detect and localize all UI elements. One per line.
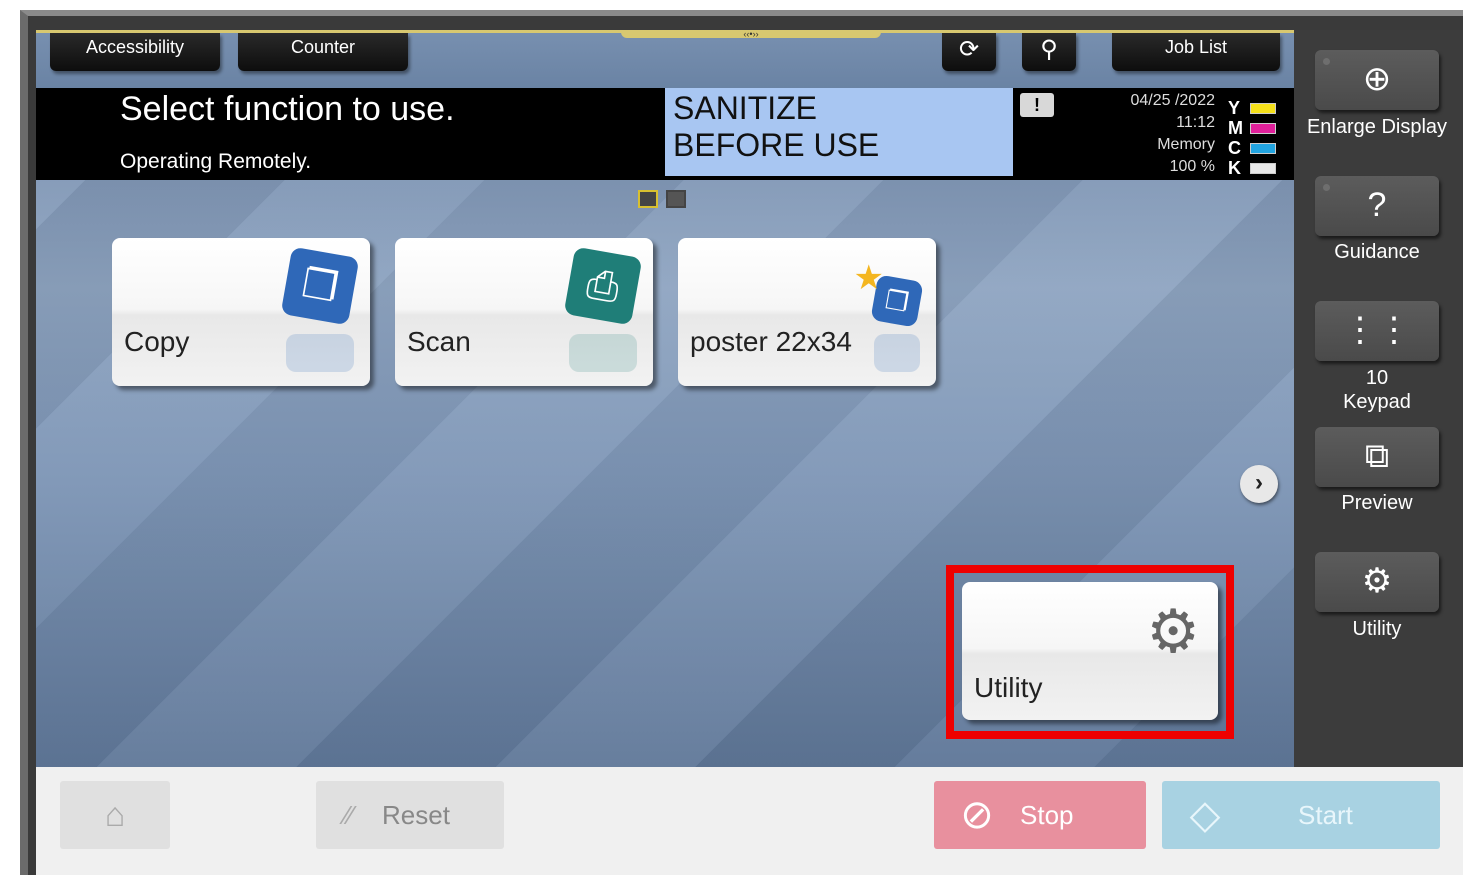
toner-letter: M xyxy=(1228,117,1243,138)
toner-letter: Y xyxy=(1228,97,1241,118)
preview-button[interactable]: ⧉ xyxy=(1315,427,1439,487)
page-title: Select function to use. xyxy=(120,90,455,128)
sanitize-notice: SANITIZE BEFORE USE xyxy=(665,88,1013,176)
utility-label: Utility xyxy=(1352,618,1402,640)
stop-label: Stop xyxy=(1020,799,1074,830)
keypad-button[interactable]: ⋮⋮ xyxy=(1315,301,1439,361)
tab-job-list[interactable]: Job List xyxy=(1112,33,1280,71)
reset-label: Reset xyxy=(382,799,450,830)
led-indicator xyxy=(1323,184,1330,191)
drag-handle[interactable]: ‹‹•›› xyxy=(621,30,881,39)
zoom-in-icon: ⊕ xyxy=(1362,60,1392,98)
tile-label: Scan xyxy=(407,326,471,357)
gear-icon: ⚙ xyxy=(1361,562,1393,600)
icon-reflection xyxy=(874,334,920,372)
status-info: 04/25 /2022 11:12 Memory 100 % xyxy=(1100,90,1215,178)
notice-line-1: SANITIZE xyxy=(673,90,818,126)
tile-label: Copy xyxy=(124,326,190,357)
reset-icon: ⁄⁄ xyxy=(344,799,354,830)
home-button[interactable]: ⌂ xyxy=(60,781,170,849)
copy-icon: ❐ xyxy=(280,246,360,326)
keypad-icon: ⋮⋮ xyxy=(1343,311,1411,349)
top-tab-bar xyxy=(36,30,1294,88)
next-page-button[interactable]: › xyxy=(1240,465,1278,503)
toner-letter: K xyxy=(1228,157,1241,178)
tab-accessibility[interactable]: Accessibility xyxy=(50,33,220,71)
stop-button[interactable]: ⊘ Stop xyxy=(934,781,1146,849)
stop-icon: ⊘ xyxy=(960,793,994,837)
memory-label: Memory xyxy=(1157,136,1215,153)
date-text: 04/25 /2022 xyxy=(1130,92,1215,109)
led-indicator xyxy=(1323,58,1330,65)
help-icon: ? xyxy=(1367,186,1387,224)
reset-button[interactable]: ⁄⁄ Reset xyxy=(316,781,504,849)
poster-tile[interactable]: ❐ ★ poster 22x34 xyxy=(678,238,936,386)
enlarge-display-label: Enlarge Display xyxy=(1306,116,1448,138)
scan-icon: ⎙ xyxy=(563,246,643,326)
guidance-label: Guidance xyxy=(1334,241,1420,263)
copy-tile[interactable]: ❐ Copy xyxy=(112,238,370,386)
start-icon: ◇ xyxy=(1189,793,1221,837)
guidance-button[interactable]: ? xyxy=(1315,176,1439,236)
utility-button[interactable]: ⚙ xyxy=(1315,552,1439,612)
toner-bar-k xyxy=(1250,162,1276,174)
toner-row-m: M xyxy=(1228,118,1276,138)
tile-label: poster 22x34 xyxy=(690,326,852,357)
toner-bar-y xyxy=(1250,102,1276,114)
notice-line-2: BEFORE USE xyxy=(673,127,880,163)
home-icon: ⌂ xyxy=(104,795,126,834)
scan-tile[interactable]: ⎙ Scan xyxy=(395,238,653,386)
keypad-label-line-2: Keypad xyxy=(1343,391,1411,413)
memory-value: 100 % xyxy=(1169,158,1215,175)
preview-label: Preview xyxy=(1341,492,1413,514)
start-label: Start xyxy=(1298,799,1353,830)
page-dot[interactable] xyxy=(666,190,686,208)
star-icon: ★ xyxy=(853,259,884,297)
toner-levels: Y M C K xyxy=(1228,98,1276,178)
keypad-label-line-1: 10 xyxy=(1365,367,1389,389)
toner-row-c: C xyxy=(1228,138,1276,158)
start-button[interactable]: ◇ Start xyxy=(1162,781,1440,849)
top-status-line: ‹‹•›› xyxy=(36,30,1294,39)
enlarge-display-button[interactable]: ⊕ xyxy=(1315,50,1439,110)
toner-row-y: Y xyxy=(1228,98,1276,118)
warning-icon[interactable]: ! xyxy=(1020,93,1054,117)
toner-row-k: K xyxy=(1228,158,1276,178)
remote-status: Operating Remotely. xyxy=(120,150,312,173)
tab-counter[interactable]: Counter xyxy=(238,33,408,71)
toner-letter: C xyxy=(1228,137,1241,158)
icon-reflection xyxy=(286,334,354,372)
page-indicator xyxy=(638,190,686,208)
keypad-label: 10 Keypad xyxy=(1305,366,1449,414)
remote-link-icon[interactable]: ⟳ xyxy=(942,33,996,71)
time-text: 11:12 xyxy=(1176,114,1215,131)
search-icon[interactable]: ⚲ xyxy=(1022,33,1076,71)
icon-reflection xyxy=(569,334,637,372)
toner-bar-m xyxy=(1250,122,1276,134)
page-dot-active[interactable] xyxy=(638,190,658,208)
preview-icon: ⧉ xyxy=(1364,437,1390,475)
toner-bar-c xyxy=(1250,142,1276,154)
highlight-box xyxy=(946,565,1234,739)
